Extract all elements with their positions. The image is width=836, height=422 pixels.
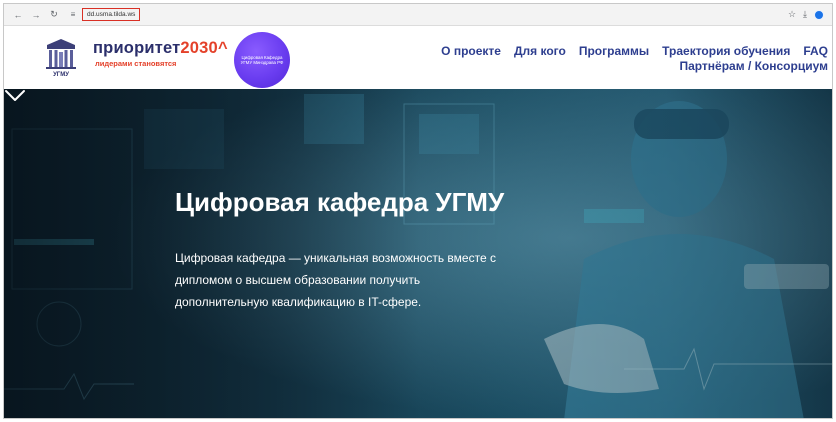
reload-button[interactable]: ↻ <box>46 7 62 23</box>
toolbar-actions: ☆ ⤓ <box>788 9 824 20</box>
reload-icon: ↻ <box>50 9 58 19</box>
brand-block[interactable]: приоритет2030^ лидерами становятся <box>93 39 228 68</box>
forward-button[interactable]: → <box>28 7 44 23</box>
nav-link-partners[interactable]: Партнёрам / Консорциум <box>679 59 828 73</box>
university-logo[interactable]: УГМУ <box>44 38 78 78</box>
nav-link-programs[interactable]: Программы <box>579 44 649 58</box>
hero-section: Цифровая кафедра УГМУ Цифровая кафедра —… <box>4 89 832 418</box>
site-header: УГМУ приоритет2030^ лидерами становятся … <box>4 26 832 89</box>
brand-tagline: лидерами становятся <box>95 59 177 68</box>
logo-text: УГМУ <box>53 72 69 78</box>
building-icon: УГМУ <box>46 39 76 78</box>
nav-link-about[interactable]: О проекте <box>441 44 501 58</box>
address-bar[interactable]: dd.usma.tilda.ws <box>82 8 141 21</box>
nav-link-trajectory[interactable]: Траектория обучения <box>662 44 790 58</box>
main-navigation: О проекте Для кого Программы Траектория … <box>408 44 828 73</box>
nav-link-faq[interactable]: FAQ <box>803 44 828 58</box>
tune-icon: ≡ <box>70 10 76 19</box>
arrow-left-icon: ← <box>13 9 23 20</box>
nav-link-audience[interactable]: Для кого <box>514 44 566 58</box>
arrow-right-icon: → <box>31 9 41 20</box>
nav-row-secondary: Партнёрам / Консорциум <box>408 59 828 73</box>
browser-window: ← → ↻ ≡ dd.usma.tilda.ws ☆ ⤓ УГМУ приори… <box>3 3 833 419</box>
browser-toolbar: ← → ↻ ≡ dd.usma.tilda.ws ☆ ⤓ <box>4 4 832 26</box>
badge-text: Цифровая Кафедра УГМУ Минздрава РФ <box>240 54 284 65</box>
download-icon[interactable]: ⤓ <box>803 9 807 20</box>
site-info-button[interactable]: ≡ <box>66 8 80 22</box>
hero-description: Цифровая кафедра — уникальная возможност… <box>175 251 496 309</box>
back-button[interactable]: ← <box>10 7 26 23</box>
chevron-down-icon[interactable] <box>4 89 26 103</box>
hero-title: Цифровая кафедра УГМУ <box>175 187 505 217</box>
profile-avatar[interactable] <box>814 9 824 20</box>
brand-name: приоритет2030^ <box>93 39 228 57</box>
star-icon[interactable]: ☆ <box>788 9 796 20</box>
url-text: dd.usma.tilda.ws <box>87 11 136 18</box>
digital-department-badge: Цифровая Кафедра УГМУ Минздрава РФ <box>234 32 290 88</box>
nav-row-primary: О проекте Для кого Программы Траектория … <box>408 44 828 58</box>
